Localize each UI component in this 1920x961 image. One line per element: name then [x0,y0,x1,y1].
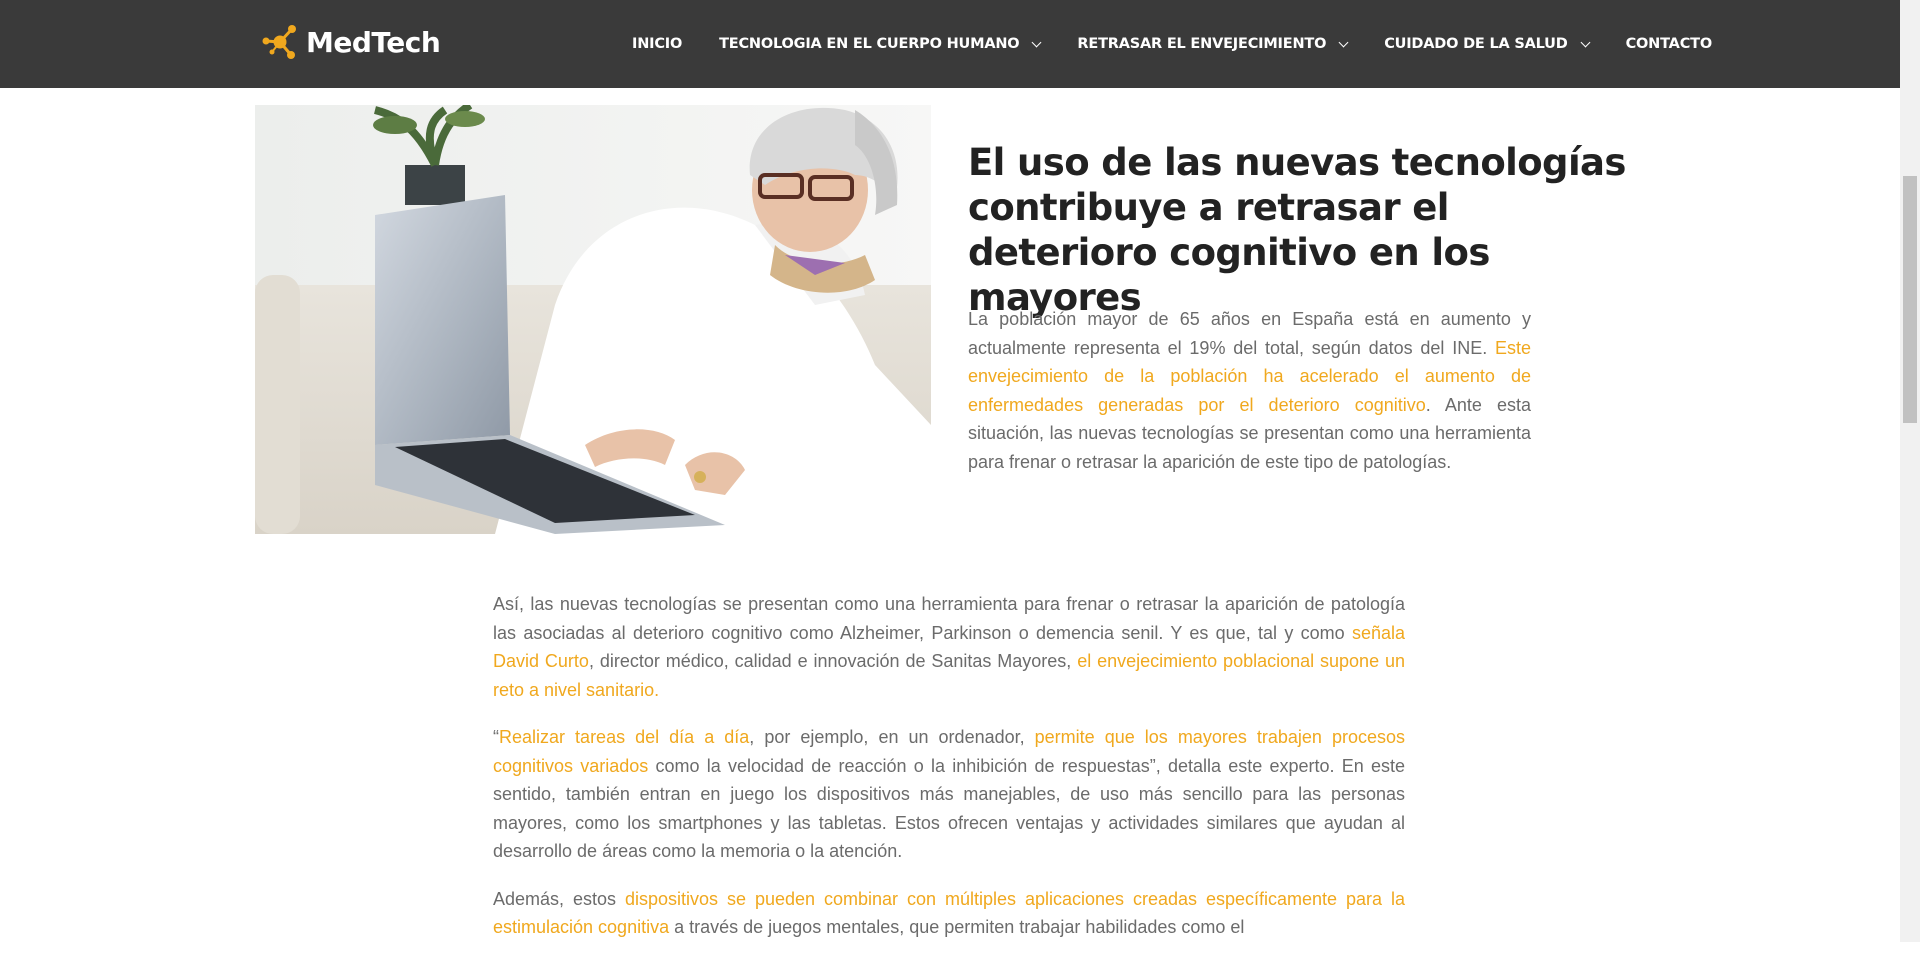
paragraph: Además, estos dispositivos se pueden com… [493,885,1405,942]
site-header: MedTech INICIO TECNOLOGIA EN EL CUERPO H… [0,0,1900,88]
nav-item-label: RETRASAR EL ENVEJECIMIENTO [1077,36,1327,52]
paragraph-text: . [654,679,660,700]
main-nav: INICIO TECNOLOGIA EN EL CUERPO HUMANO RE… [632,0,1712,88]
nav-item-label: CONTACTO [1625,36,1713,52]
chevron-down-icon [1580,37,1591,47]
article-intro: La población mayor de 65 años en España … [968,305,1531,476]
nav-item-tecnologia[interactable]: TECNOLOGIA EN EL CUERPO HUMANO [719,36,1042,52]
paragraph: Así, las nuevas tecnologías se presentan… [493,590,1405,704]
nav-item-retrasar[interactable]: RETRASAR EL ENVEJECIMIENTO [1077,36,1349,52]
highlight-link[interactable]: Realizar tareas del día a día [499,727,749,747]
vertical-scrollbar[interactable] [1900,0,1920,942]
chevron-down-icon [1031,37,1042,47]
chevron-down-icon [1338,37,1349,47]
paragraph-text: , director médico, calidad e innovación … [588,651,1078,671]
paragraph: “Realizar tareas del día a día, por ejem… [493,723,1405,866]
logo-text: MedTech [306,25,441,59]
nav-item-inicio[interactable]: INICIO [632,36,682,52]
molecule-icon [262,25,296,59]
paragraph-text: Así, las nuevas tecnologías se presentan… [493,594,1405,643]
scrollbar-thumb[interactable] [1903,176,1917,423]
nav-item-label: TECNOLOGIA EN EL CUERPO HUMANO [719,36,1020,52]
paragraph-text: a través de juegos mentales, que permite… [669,917,1245,937]
article-body: Así, las nuevas tecnologías se presentan… [493,590,1405,961]
nav-item-cuidado[interactable]: CUIDADO DE LA SALUD [1384,36,1591,52]
nav-item-label: CUIDADO DE LA SALUD [1384,36,1568,52]
paragraph-text: Además, estos [493,888,625,909]
site-logo[interactable]: MedTech [262,24,441,60]
article-title: El uso de las nuevas tecnologías contrib… [968,141,1626,319]
nav-item-contacto[interactable]: CONTACTO [1625,36,1713,52]
paragraph-text: , por ejemplo, en un ordenador, [749,727,1035,747]
hero-image [255,105,931,534]
nav-item-label: INICIO [632,36,683,52]
intro-text: La población mayor de 65 años en España … [968,309,1531,358]
